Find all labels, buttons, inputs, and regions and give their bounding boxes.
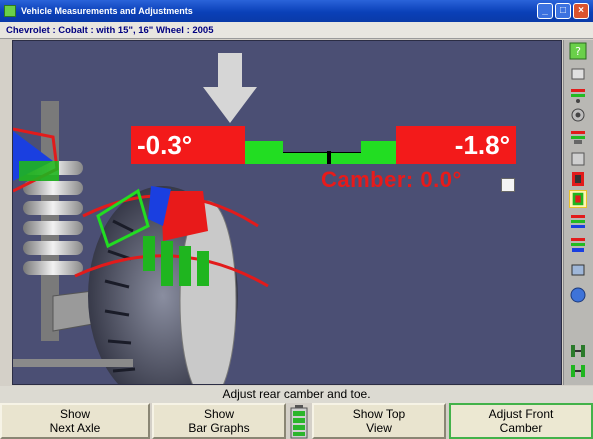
button-label-line2: Camber [499,421,543,435]
globe-icon[interactable] [569,262,587,280]
spec-target-marker [327,151,331,164]
sphere-icon[interactable] [569,286,587,304]
window-title: Vehicle Measurements and Adjustments [21,6,193,16]
app-window: Vehicle Measurements and Adjustments _ □… [0,0,593,439]
maximize-button[interactable]: □ [555,3,571,19]
show-next-axle-button[interactable]: Show Next Axle [0,403,150,439]
camera-icon[interactable] [569,106,587,124]
app-icon [4,5,16,17]
print-icon[interactable] [569,236,587,254]
title-bar: Vehicle Measurements and Adjustments _ □… [0,0,593,22]
button-label-line1: Show [203,407,235,421]
axle-icon[interactable] [569,342,587,360]
edit-icon[interactable] [501,178,515,192]
adjust-front-camber-button[interactable]: Adjust Front Camber [449,403,593,439]
spec-range-bar [245,141,396,164]
help-wizard-icon[interactable]: ? [569,42,587,60]
button-label-line2: Bar Graphs [188,421,250,435]
spec-range-notch [283,141,361,153]
tie-rod [13,359,133,367]
close-button[interactable]: × [573,3,589,19]
alignment-viewport: -0.3° -1.8° Camber: 0.0° [12,40,562,385]
button-label-line1: Show Top [352,407,406,421]
button-label-line1: Adjust Front [488,407,554,421]
strut-green-band [19,161,59,181]
show-top-view-button[interactable]: Show Top View [312,403,446,439]
wheel-icon[interactable] [569,170,587,188]
button-label-line1: Show [59,407,91,421]
vehicle-front-icon[interactable] [569,190,587,208]
sensor-icon[interactable] [569,212,587,230]
button-label-line2: Next Axle [49,421,101,435]
bar-graph-icon[interactable] [569,150,587,168]
vehicle-info-line: Chevrolet : Cobalt : with 15", 16" Wheel… [0,22,593,39]
left-camber-readout: -0.3° [131,126,245,164]
minimize-button[interactable]: _ [537,3,553,19]
button-label-line2: View [366,421,392,435]
right-camber-readout: -1.8° [396,126,516,164]
battery-icon [288,405,310,439]
alignment-readings-icon[interactable] [569,86,587,104]
show-bar-graphs-button[interactable]: Show Bar Graphs [152,403,286,439]
camber-value-label: Camber: 0.0° [321,167,462,192]
side-toolbar: ? [563,40,593,385]
svg-text:?: ? [575,45,581,58]
vehicle-rear-icon[interactable] [569,128,587,146]
vehicle-spec-icon[interactable] [569,65,587,83]
down-arrow-icon [203,53,257,123]
suspension-illustration [13,53,269,384]
instruction-bar: Adjust rear camber and toe. [0,386,593,403]
bottom-button-row: Show Next Axle Show Bar Graphs Show Top … [0,403,593,439]
axle-adjust-icon[interactable] [569,362,587,380]
